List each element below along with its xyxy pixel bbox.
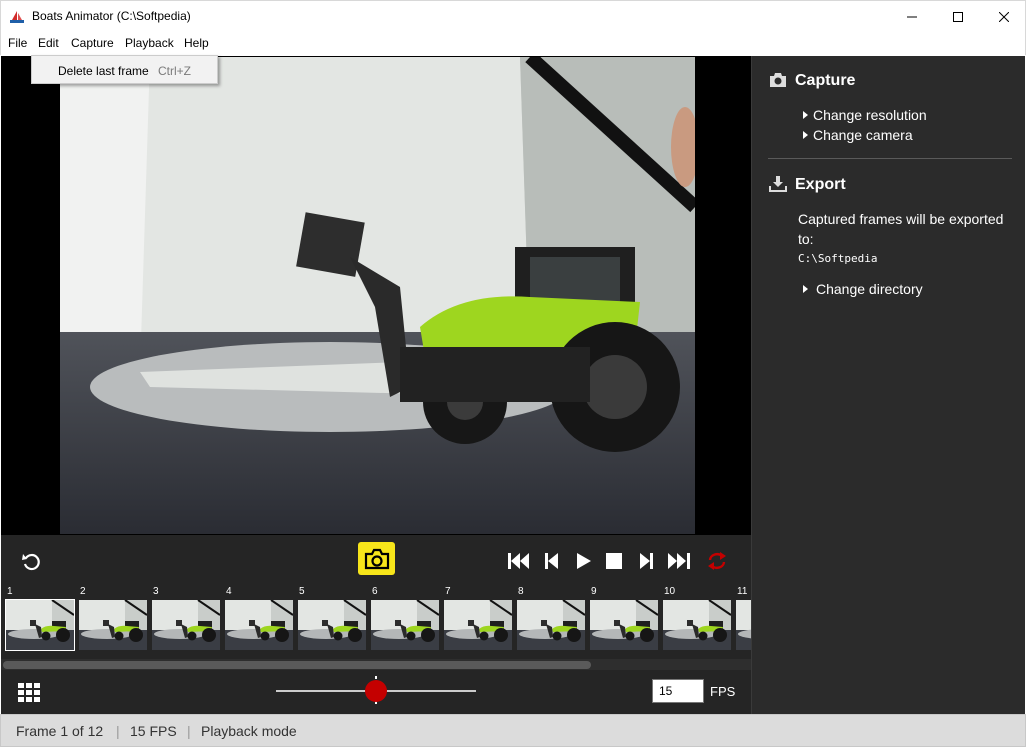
change-resolution-link[interactable]: Change resolution [803,107,927,123]
camera-icon [364,548,389,569]
frame-strip: 1 2 3 4 5 6 7 8 9 10 11 [1,586,751,658]
step-back-icon [545,553,558,569]
frame-thumbnail[interactable] [590,599,659,650]
skip-to-last-button[interactable] [667,549,691,573]
edit-menu-dropdown: Delete last frame Ctrl+Z [31,55,218,84]
step-forward-button[interactable] [634,549,658,573]
skip-first-icon [508,553,529,569]
status-separator: | [187,723,191,739]
frame-thumbnail[interactable] [225,599,294,650]
capture-section-title: Capture [769,72,855,90]
status-separator: | [116,723,120,739]
frame-thumbnail[interactable] [444,599,513,650]
change-camera-label: Change camera [813,127,913,143]
frame-thumbnail[interactable] [152,599,221,650]
change-resolution-label: Change resolution [813,107,927,123]
delete-last-frame-shortcut: Ctrl+Z [158,64,191,78]
camera-icon [769,72,787,90]
caret-right-icon [803,131,808,139]
export-directory: C:\Softpedia [798,252,878,265]
frame-thumbnail[interactable] [736,600,751,650]
frame-thumbnail[interactable] [79,599,148,650]
export-title-text: Export [795,176,846,193]
controls-panel: 1 2 3 4 5 6 7 8 9 10 11 FPS [1,535,751,714]
frame-number: 11 [737,586,748,597]
side-panel: Capture Change resolution Change camera … [751,56,1025,714]
loop-button[interactable] [705,549,729,573]
status-fps: 15 FPS [130,723,177,739]
export-section-title: Export [769,176,846,194]
stop-icon [606,553,622,569]
status-bar: Frame 1 of 12 | 15 FPS | Playback mode [0,714,1026,747]
grid-icon [18,683,40,702]
frame-number: 7 [445,586,451,597]
change-directory-label: Change directory [816,281,923,297]
skip-to-first-button[interactable] [507,549,531,573]
maximize-icon [953,11,963,22]
slider-knob[interactable] [365,680,387,702]
menu-edit[interactable]: Edit [38,36,59,50]
undo-icon [22,553,40,571]
export-description: Captured frames will be exported to: [798,211,1004,247]
frame-number: 6 [372,586,378,597]
frame-number: 10 [664,586,676,597]
frame-number: 5 [299,586,305,597]
caret-right-icon [803,111,808,119]
app-icon [10,11,24,23]
menu-capture[interactable]: Capture [71,36,114,50]
caret-right-icon [803,285,808,293]
capture-frame-button[interactable] [358,542,395,575]
frame-thumbnail[interactable] [517,599,586,650]
frame-number: 9 [591,586,597,597]
status-frame-count: Frame 1 of 12 [16,723,104,739]
step-forward-icon [640,553,653,569]
close-button[interactable] [981,1,1026,32]
frame-strip-scrollbar[interactable] [1,659,751,670]
minimize-icon [907,16,917,17]
stop-button[interactable] [602,549,626,573]
maximize-button[interactable] [935,1,981,32]
section-divider [768,158,1012,159]
frame-number: 1 [7,586,13,597]
fps-label: FPS [710,684,736,699]
skip-last-icon [668,553,690,569]
menu-help[interactable]: Help [184,36,209,50]
camera-preview [1,56,751,535]
capture-title-text: Capture [795,72,856,89]
frame-thumbnail[interactable] [663,599,732,650]
frame-number: 8 [518,586,524,597]
close-icon [999,11,1009,22]
window-title: Boats Animator (C:\Softpedia) [32,9,191,23]
fps-input[interactable] [652,679,704,703]
delete-last-frame-item[interactable]: Delete last frame [58,64,149,78]
play-button[interactable] [572,549,596,573]
undo-button[interactable] [19,549,43,573]
download-icon [769,176,787,194]
frame-number: 4 [226,586,232,597]
change-directory-link[interactable]: Change directory [803,281,923,297]
menu-file[interactable]: File [8,36,27,50]
change-camera-link[interactable]: Change camera [803,127,913,143]
onion-skin-slider[interactable] [276,676,476,706]
frame-thumbnail[interactable] [371,599,440,650]
step-back-button[interactable] [540,549,564,573]
main-area: 1 2 3 4 5 6 7 8 9 10 11 FPS Capture [1,56,1025,714]
status-mode: Playback mode [201,723,297,739]
title-bar: Boats Animator (C:\Softpedia) [0,0,1026,32]
frame-thumbnail[interactable] [298,599,367,650]
play-icon [577,553,591,569]
frame-number: 2 [80,586,86,597]
camera-feed [60,57,695,534]
menu-bar: File Edit Capture Playback Help [0,32,1026,55]
loop-icon [708,552,726,570]
frame-thumbnail[interactable] [5,599,75,651]
frame-grid-button[interactable] [18,683,44,703]
scrollbar-thumb[interactable] [3,661,591,669]
frame-number: 3 [153,586,159,597]
minimize-button[interactable] [889,1,935,32]
menu-playback[interactable]: Playback [125,36,174,50]
